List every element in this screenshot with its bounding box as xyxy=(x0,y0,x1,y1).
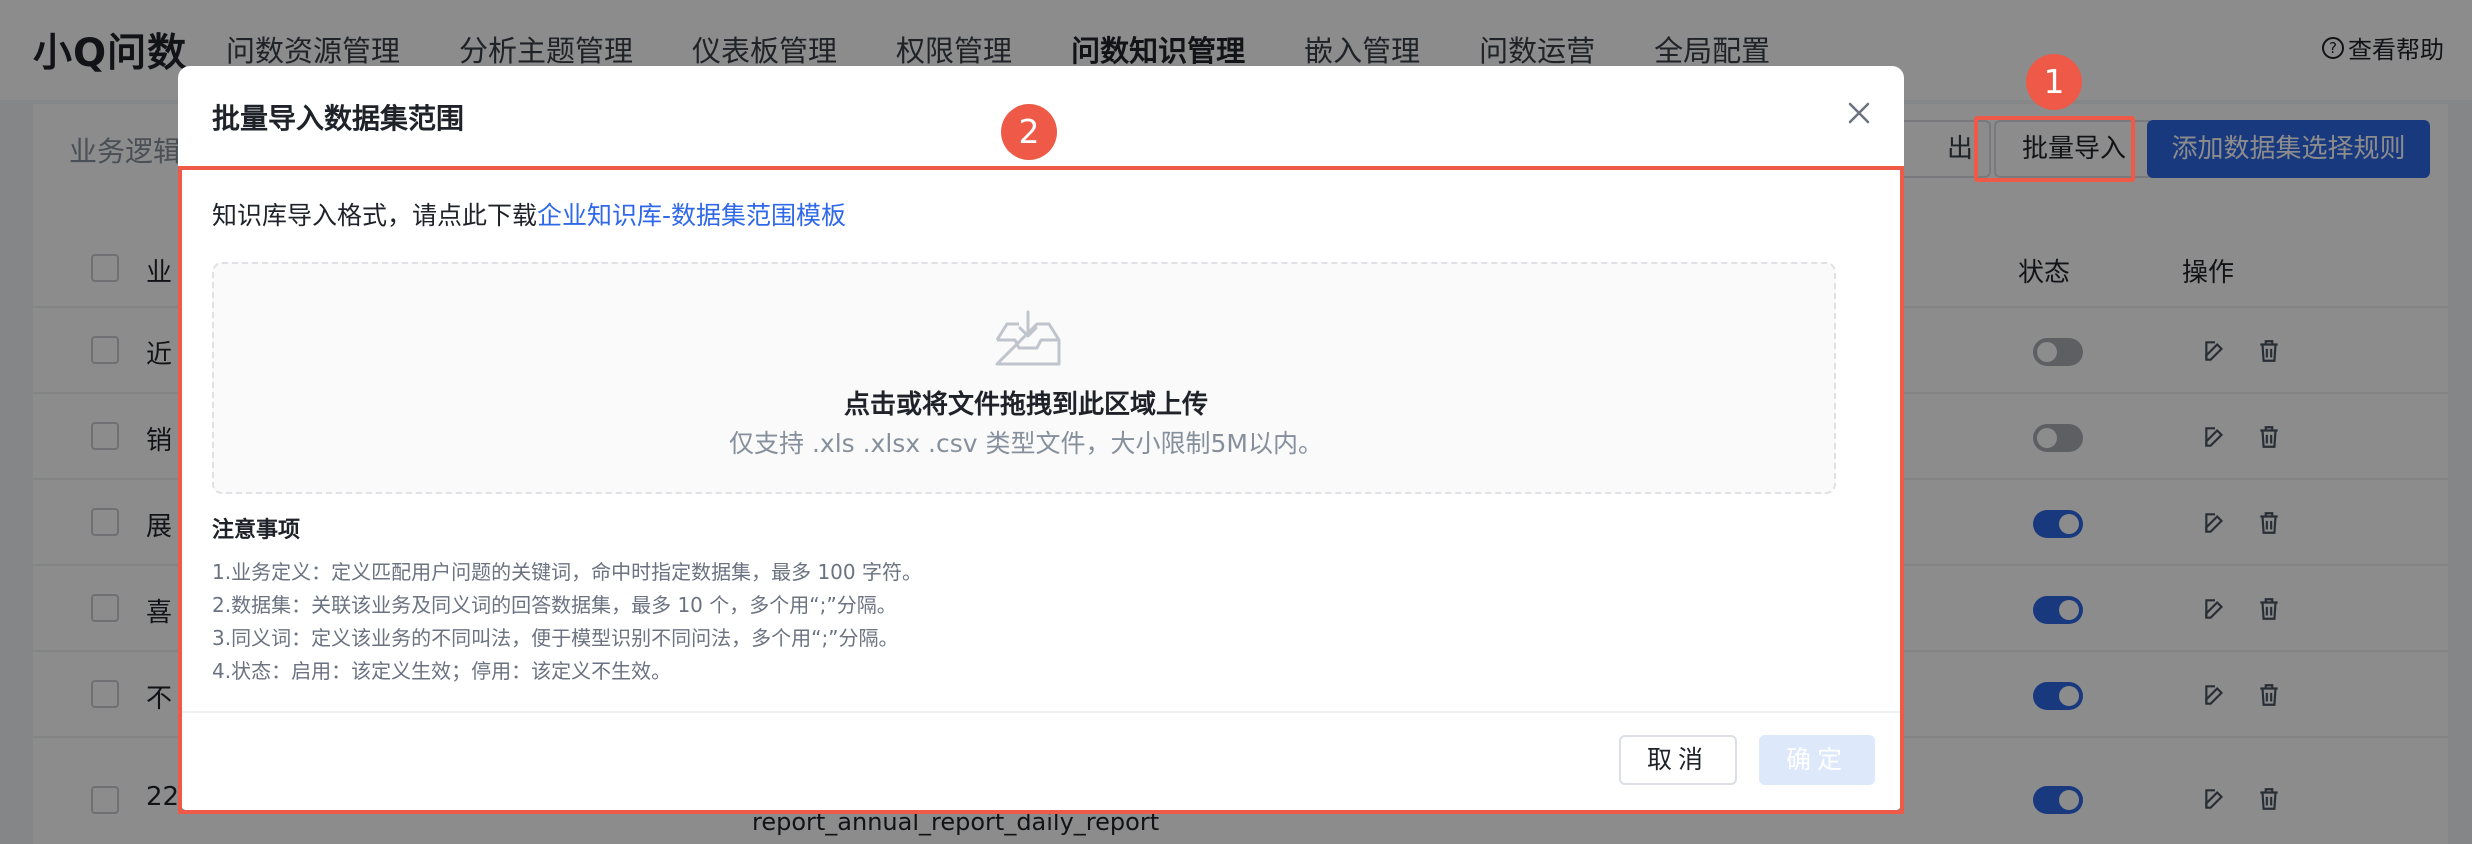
notice-item: 2.数据集：关联该业务及同义词的回答数据集，最多 10 个，多个用“;”分隔。 xyxy=(212,593,897,617)
notice-list: 1.业务定义：定义匹配用户问题的关键词，命中时指定数据集，最多 100 字符。 … xyxy=(212,556,922,688)
batch-import-highlight xyxy=(1974,116,2135,182)
notice-item: 3.同义词：定义该业务的不同叫法，便于模型识别不同问法，多个用“;”分隔。 xyxy=(212,626,899,650)
notice-item: 4.状态：启用：该定义生效；停用：该定义不生效。 xyxy=(212,659,672,683)
template-prefix: 知识库导入格式，请点此下载 xyxy=(212,201,538,230)
notice-title: 注意事项 xyxy=(212,518,301,543)
upload-dropzone[interactable]: 点击或将文件拖拽到此区域上传 仅支持 .xls .xlsx .csv 类型文件，… xyxy=(212,262,1836,494)
step-badge-1: 1 xyxy=(2026,54,2082,110)
close-icon[interactable] xyxy=(1844,98,1874,128)
notice-item: 1.业务定义：定义匹配用户问题的关键词，命中时指定数据集，最多 100 字符。 xyxy=(212,560,922,584)
batch-import-modal: 批量导入数据集范围 知识库导入格式，请点此下载企业知识库-数据集范围模板 点击或… xyxy=(178,66,1904,811)
upload-sub-text: 仅支持 .xls .xlsx .csv 类型文件，大小限制5M以内。 xyxy=(729,429,1323,458)
step-badge-2: 2 xyxy=(1001,104,1057,160)
confirm-button[interactable]: 确定 xyxy=(1759,735,1875,785)
template-hint: 知识库导入格式，请点此下载企业知识库-数据集范围模板 xyxy=(212,196,846,232)
upload-main-text: 点击或将文件拖拽到此区域上传 xyxy=(843,390,1208,420)
inbox-upload-icon xyxy=(995,310,1061,366)
template-download-link[interactable]: 企业知识库-数据集范围模板 xyxy=(537,201,846,230)
modal-title: 批量导入数据集范围 xyxy=(212,102,465,135)
cancel-button[interactable]: 取消 xyxy=(1619,735,1737,785)
footer-divider xyxy=(178,711,1904,713)
